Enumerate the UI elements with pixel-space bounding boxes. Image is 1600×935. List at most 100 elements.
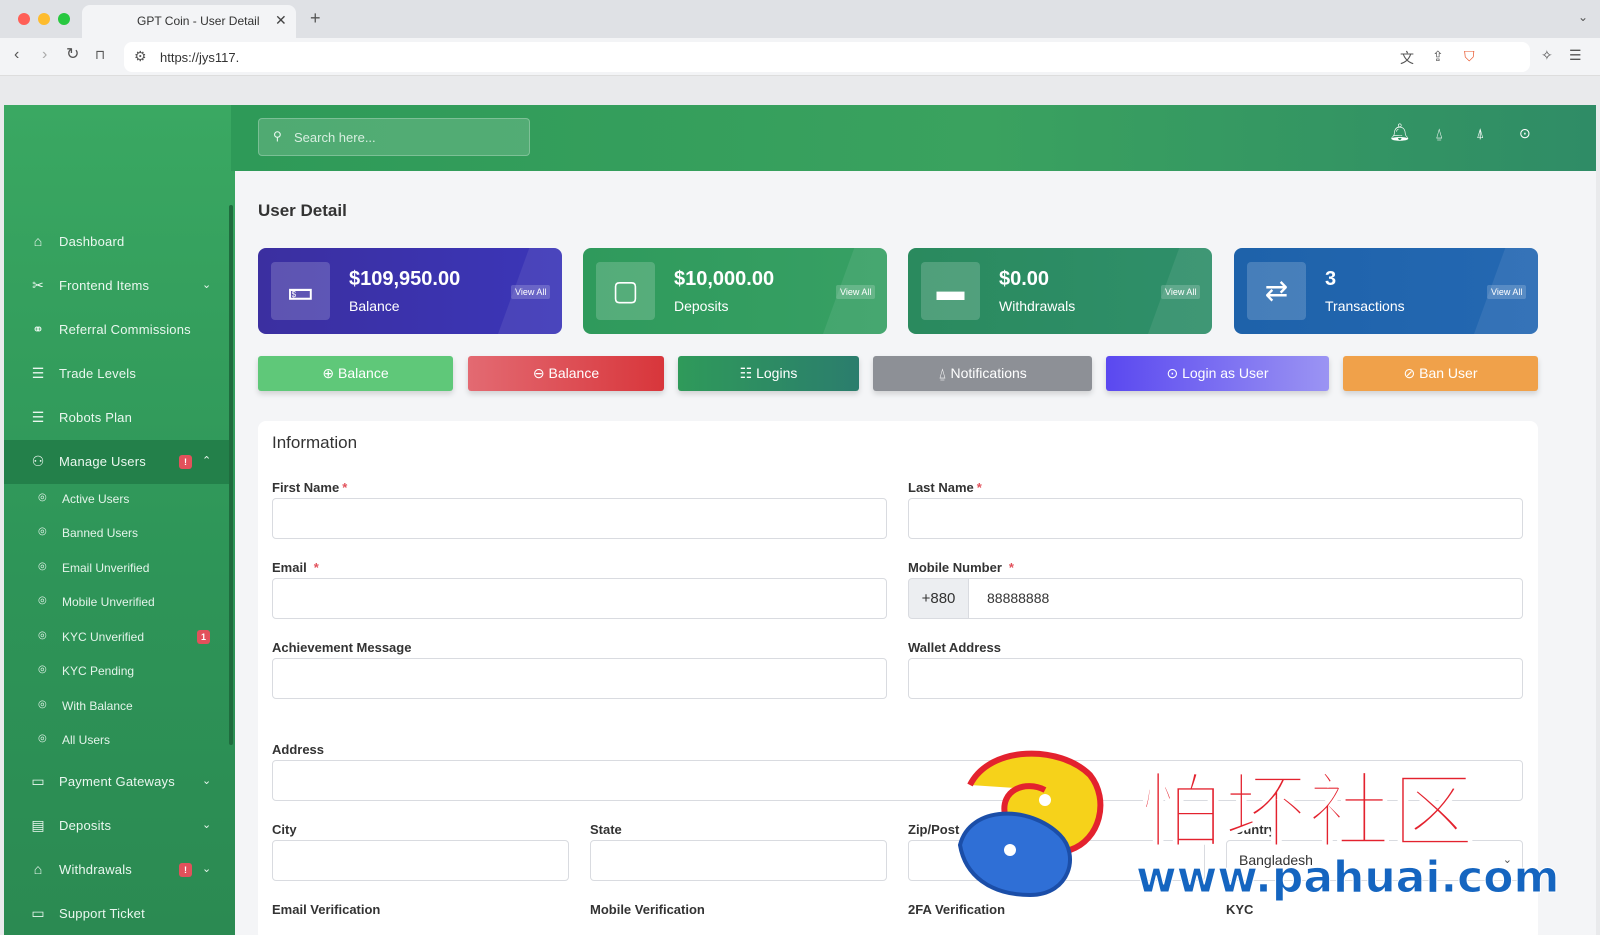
circle-icon: ◎ — [38, 492, 47, 503]
sidebar-item-label: Trade Levels — [59, 366, 137, 381]
browser-toolbar: ‹ › ↻ ⊓ ⚙ https://jys117. 文 ⇪ ⛉ ✧ ☰ — [0, 38, 1600, 76]
menu-icon[interactable]: ☰ — [1569, 47, 1582, 63]
sidebar-subitem-active-users[interactable]: ◎ Active Users — [4, 482, 229, 516]
city-field[interactable] — [272, 840, 569, 881]
list-icon: ☰ — [31, 365, 45, 381]
list-icon: ☰ — [31, 409, 45, 425]
city-label: City — [272, 822, 297, 837]
stat-amount: $0.00 — [999, 268, 1050, 290]
search-icon: ⚲ — [273, 129, 282, 143]
language-icon[interactable]: ⍋ — [1476, 125, 1484, 142]
achievement-message-label: Achievement Message — [272, 640, 412, 655]
last-name-field[interactable] — [908, 498, 1523, 539]
close-window-button[interactable] — [18, 13, 30, 25]
chevron-down-icon: ⌄ — [202, 775, 212, 787]
sidebar-item-referral-commissions[interactable]: ⚭ Referral Commissions — [4, 308, 229, 352]
reload-icon[interactable]: ↻ — [66, 47, 79, 63]
sidebar-subitem-label: All Users — [62, 733, 111, 747]
site-settings-icon[interactable]: ⚙ — [134, 48, 147, 65]
translate-icon[interactable]: 文 — [1400, 48, 1414, 68]
wallet-address-label: Wallet Address — [908, 640, 1001, 655]
search-input[interactable] — [294, 128, 519, 146]
wallet-address-field[interactable] — [908, 658, 1523, 699]
sidebar-subitem-email-unverified[interactable]: ◎ Email Unverified — [4, 551, 229, 585]
address-label: Address — [272, 742, 325, 757]
sidebar-item-support-ticket[interactable]: ▭ Support Ticket — [4, 892, 229, 935]
tab-close-icon[interactable]: ✕ — [275, 12, 287, 29]
sidebar-subitem-with-balance[interactable]: ◎ With Balance — [4, 689, 229, 723]
mobile-number-field[interactable]: 88888888 — [968, 578, 1523, 619]
shield-icon[interactable]: ⛉ — [1464, 48, 1475, 65]
sidebar-scrollbar[interactable] — [229, 205, 233, 745]
view-all-link[interactable]: View All — [511, 285, 551, 299]
page-title: User Detail — [258, 201, 347, 220]
sidebar-item-frontend-items[interactable]: ✂ Frontend Items ⌄ — [4, 264, 229, 308]
alert-badge: ! — [179, 455, 192, 469]
sidebar-item-label: Withdrawals — [59, 862, 132, 877]
notifications-button[interactable]: ⍙ Notifications — [873, 356, 1092, 391]
circle-icon: ◎ — [38, 630, 47, 641]
button-label: Balance — [338, 365, 389, 381]
ban-user-button[interactable]: ⊘ Ban User — [1343, 356, 1538, 391]
label-text: Email — [272, 560, 307, 575]
view-all-link[interactable]: View All — [1487, 285, 1527, 299]
sidebar-item-label: Robots Plan — [59, 410, 133, 425]
required-asterisk: * — [313, 560, 319, 575]
exchange-icon: ⇄ — [1247, 262, 1306, 320]
circle-icon: ◎ — [38, 595, 47, 606]
sidebar-item-label: Dashboard — [59, 234, 125, 249]
sidebar-item-withdrawals[interactable]: ⌂ Withdrawals ! ⌄ — [4, 848, 229, 892]
label-text: Mobile Number — [908, 560, 1002, 575]
circle-icon: ◎ — [38, 733, 47, 744]
add-balance-button[interactable]: ⊕ Balance — [258, 356, 453, 391]
stat-amount: $109,950.00 — [349, 268, 461, 290]
chevron-up-icon: ⌃ — [202, 455, 212, 467]
stat-card-balance: 💵︎ $109,950.00 Balance View All — [258, 248, 562, 334]
sidebar-item-dashboard[interactable]: ⌂ Dashboard — [4, 220, 229, 264]
email-field[interactable] — [272, 578, 887, 619]
bookmark-icon[interactable]: ⊓ — [95, 47, 105, 63]
sidebar-subitem-banned-users[interactable]: ◎ Banned Users — [4, 516, 229, 550]
share-icon[interactable]: ⇪ — [1432, 48, 1444, 65]
tab-menu-icon[interactable]: ⌄ — [1578, 10, 1588, 24]
sidebar-subitem-label: With Balance — [62, 699, 133, 713]
maximize-window-button[interactable] — [58, 13, 70, 25]
browser-tab[interactable]: GPT Coin - User Detail ✕ — [82, 5, 296, 38]
search-box[interactable]: ⚲ — [258, 118, 530, 156]
subtract-balance-button[interactable]: ⊖ Balance — [468, 356, 664, 391]
achievement-message-field[interactable] — [272, 658, 887, 699]
state-field[interactable] — [590, 840, 887, 881]
bell-icon[interactable]: 🔔︎ — [1389, 123, 1411, 143]
required-asterisk: * — [976, 480, 982, 495]
stat-card-transactions: ⇄ 3 Transactions View All — [1234, 248, 1538, 334]
sidebar-item-payment-gateways[interactable]: ▭ Payment Gateways ⌄ — [4, 760, 229, 804]
sidebar-subitem-mobile-unverified[interactable]: ◎ Mobile Unverified — [4, 585, 229, 619]
login-as-user-button[interactable]: ⊙ Login as User — [1106, 356, 1329, 391]
country-code-prefix: +880 — [908, 578, 969, 619]
sidebar-subitem-kyc-unverified[interactable]: ◎ KYC Unverified 1 — [4, 620, 229, 654]
address-bar[interactable]: ⚙ https://jys117. 文 ⇪ ⛉ — [124, 42, 1530, 72]
wallet-icon: ▢ — [596, 262, 655, 320]
logins-button[interactable]: ☷ Logins — [678, 356, 859, 391]
sidebar-item-manage-users[interactable]: ⚇ Manage Users ! ⌃ — [4, 440, 229, 484]
sidebar-item-label: Referral Commissions — [59, 322, 191, 337]
minimize-window-button[interactable] — [38, 13, 50, 25]
sidebar-item-robots-plan[interactable]: ☰ Robots Plan — [4, 396, 229, 440]
view-all-link[interactable]: View All — [1161, 285, 1201, 299]
forward-icon[interactable]: › — [42, 47, 47, 63]
back-icon[interactable]: ‹ — [14, 47, 19, 63]
stat-card-withdrawals: ▬ $0.00 Withdrawals View All — [908, 248, 1212, 334]
label-text: Last Name — [908, 480, 974, 495]
sidebar-item-deposits[interactable]: ▤ Deposits ⌄ — [4, 804, 229, 848]
sidebar-subitem-all-users[interactable]: ◎ All Users — [4, 723, 229, 757]
sidebar: ⌂ Dashboard ✂ Frontend Items ⌄ ⚭ Referra… — [4, 105, 235, 935]
chevron-down-icon: ⌄ — [202, 819, 212, 831]
view-all-link[interactable]: View All — [836, 285, 876, 299]
new-tab-icon[interactable]: + — [310, 8, 321, 29]
sidebar-item-trade-levels[interactable]: ☰ Trade Levels — [4, 352, 229, 396]
sidebar-subitem-kyc-pending[interactable]: ◎ KYC Pending — [4, 654, 229, 688]
first-name-field[interactable] — [272, 498, 887, 539]
profile-dropdown-icon[interactable]: ⊙ — [1519, 125, 1531, 142]
ai-assistant-icon[interactable]: ✧ — [1541, 47, 1553, 63]
notification-icon[interactable]: ⍙ — [1435, 125, 1443, 142]
